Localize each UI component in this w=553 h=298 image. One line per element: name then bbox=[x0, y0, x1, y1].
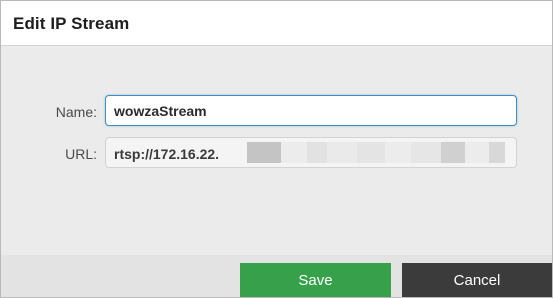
url-value: rtsp://172.16.22. bbox=[114, 146, 220, 162]
url-input[interactable]: rtsp://172.16.22. bbox=[105, 137, 517, 168]
save-button[interactable]: Save bbox=[240, 263, 391, 297]
url-label: URL: bbox=[65, 146, 97, 162]
redacted-block bbox=[281, 142, 307, 163]
redacted-block bbox=[489, 142, 505, 163]
redacted-block bbox=[385, 142, 411, 163]
redacted-block bbox=[465, 142, 489, 163]
edit-ip-stream-dialog: Edit IP Stream Name: URL: rtsp://172.16.… bbox=[0, 0, 553, 298]
redacted-block bbox=[307, 142, 327, 163]
dialog-title: Edit IP Stream bbox=[13, 14, 130, 33]
redacted-block bbox=[441, 142, 465, 163]
name-input[interactable] bbox=[105, 95, 517, 126]
redacted-block bbox=[357, 142, 385, 163]
name-row: Name: bbox=[1, 95, 552, 128]
url-row: URL: rtsp://172.16.22. bbox=[1, 137, 552, 170]
redacted-block bbox=[247, 142, 281, 163]
dialog-footer: Save Cancel bbox=[1, 255, 552, 297]
redacted-block bbox=[411, 142, 441, 163]
name-label: Name: bbox=[55, 104, 97, 120]
cancel-button[interactable]: Cancel bbox=[402, 263, 552, 297]
dialog-titlebar: Edit IP Stream bbox=[1, 1, 552, 46]
redacted-block bbox=[327, 142, 357, 163]
